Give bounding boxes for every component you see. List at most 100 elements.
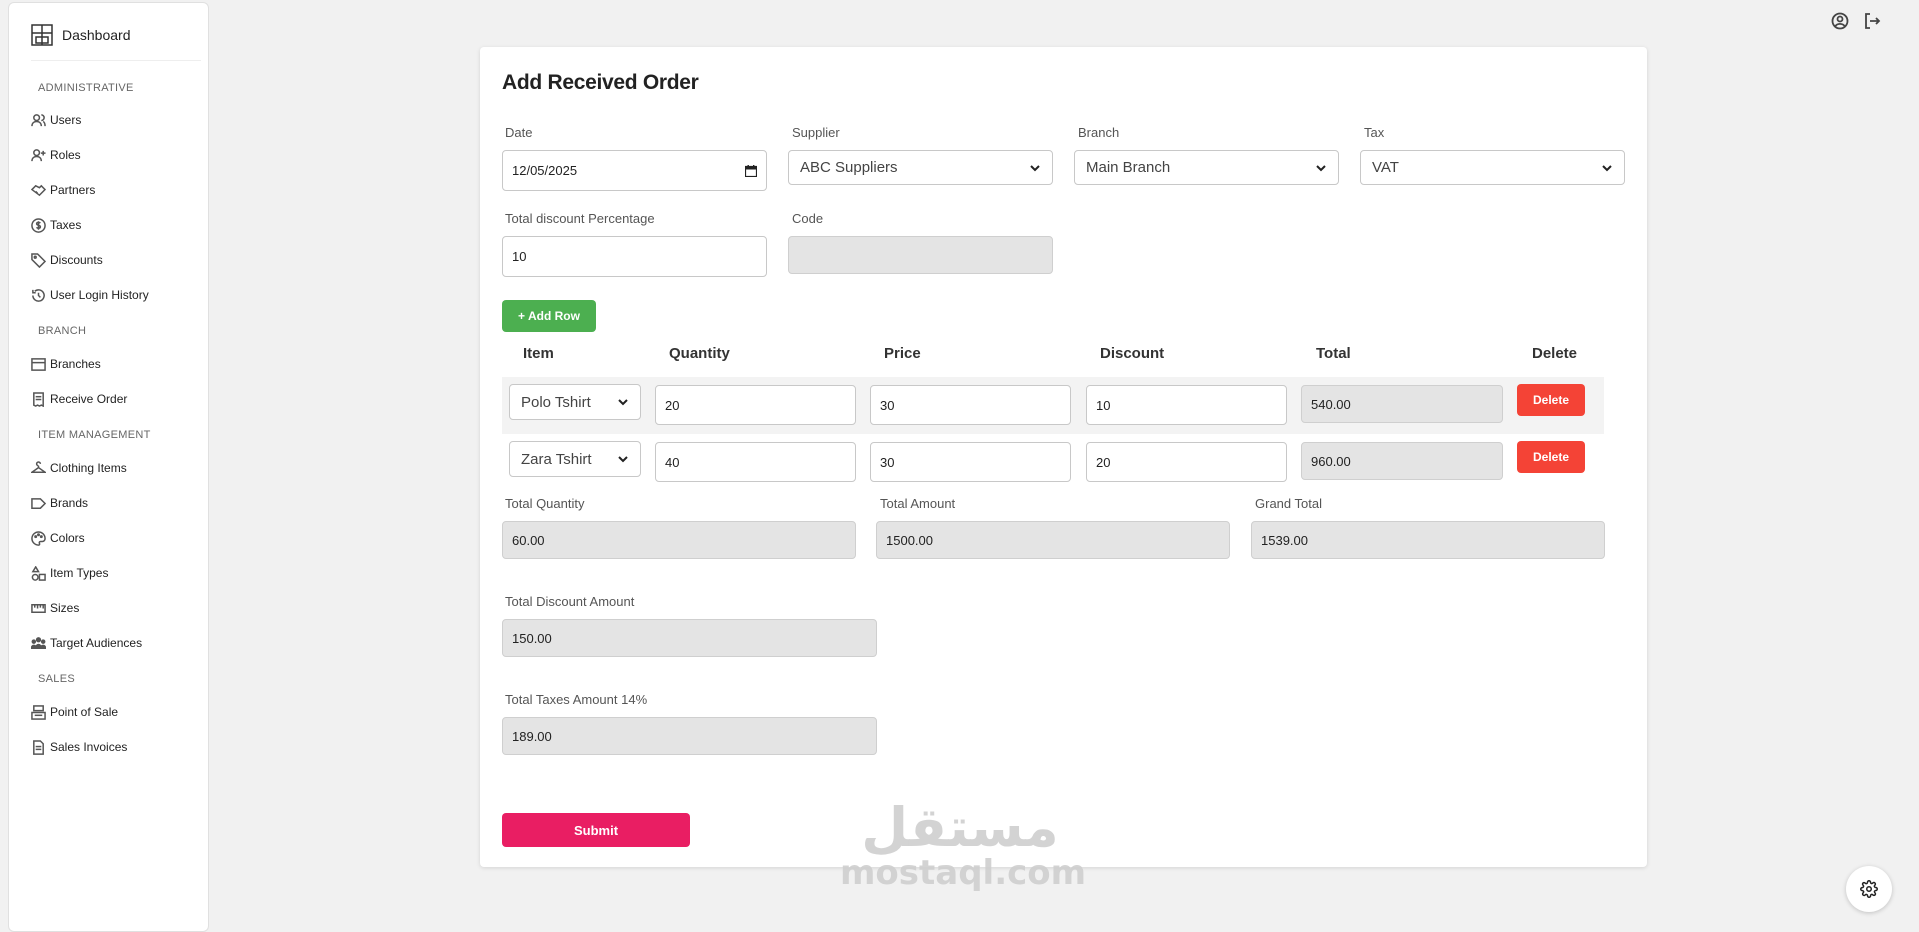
sidebar-item-label: Branches <box>50 357 101 371</box>
users-icon <box>31 113 46 126</box>
sidebar-item-label: Point of Sale <box>50 705 119 719</box>
sidebar-item-users[interactable]: Users <box>31 111 81 129</box>
sidebar-item-receive-order[interactable]: Receive Order <box>31 390 127 408</box>
calendar-icon[interactable] <box>745 164 757 177</box>
branch-select[interactable]: Main Branch <box>1074 150 1339 185</box>
sidebar-item-target-audiences[interactable]: Target Audiences <box>31 634 142 652</box>
sidebar-item-label: Discounts <box>50 253 103 267</box>
row-discount-input[interactable]: 20 <box>1086 442 1287 482</box>
watermark: مستقل mostaql.com <box>840 796 1087 893</box>
add-row-button[interactable]: + Add Row <box>502 300 596 332</box>
total-quantity-field: 60.00 <box>502 521 856 559</box>
profile-button[interactable] <box>1831 12 1849 30</box>
supplier-value: ABC Suppliers <box>800 159 898 176</box>
supplier-label: Supplier <box>792 125 840 140</box>
row-item-select[interactable]: Zara Tshirt <box>509 441 641 477</box>
sidebar-item-roles[interactable]: Roles <box>31 146 81 164</box>
ruler-icon <box>31 603 46 613</box>
discount-percentage-input[interactable]: 10 <box>502 236 767 277</box>
chevron-down-icon <box>1602 164 1612 171</box>
chevron-down-icon <box>1316 164 1326 171</box>
sidebar-brand[interactable]: Dashboard <box>31 19 201 61</box>
hanger-icon <box>31 460 46 473</box>
sidebar-item-label: Sales Invoices <box>50 740 128 754</box>
submit-button[interactable]: Submit <box>502 813 690 847</box>
sidebar-item-brands[interactable]: Brands <box>31 494 88 512</box>
tax-select[interactable]: VAT <box>1360 150 1625 185</box>
total-amount-label: Total Amount <box>880 496 956 511</box>
dashboard-logo-icon <box>31 23 53 46</box>
sidebar-item-label: Partners <box>50 183 96 197</box>
history-icon <box>32 288 45 302</box>
row-total-field: 540.00 <box>1301 385 1503 423</box>
section-branch: BRANCH <box>38 325 87 337</box>
column-header-discount: Discount <box>1100 345 1165 362</box>
row-delete-button[interactable]: Delete <box>1517 384 1585 416</box>
sidebar-item-label: Clothing Items <box>50 461 127 475</box>
column-header-price: Price <box>884 345 921 362</box>
row-item-value: Polo Tshirt <box>521 393 591 411</box>
dollar-circle-icon <box>31 217 46 233</box>
section-sales: SALES <box>38 673 75 685</box>
invoice-icon <box>33 739 44 755</box>
sidebar-item-item-types[interactable]: Item Types <box>31 564 108 582</box>
tax-value: VAT <box>1372 159 1399 176</box>
row-price-input[interactable]: 30 <box>870 385 1071 425</box>
date-value: 12/05/2025 <box>512 163 578 178</box>
sidebar-item-label: Item Types <box>50 566 109 580</box>
sidebar-item-point-of-sale[interactable]: Point of Sale <box>31 703 118 721</box>
sidebar-item-partners[interactable]: Partners <box>31 181 95 199</box>
sidebar-item-taxes[interactable]: Taxes <box>31 216 81 234</box>
logout-icon <box>1865 13 1881 29</box>
settings-button[interactable] <box>1846 866 1892 912</box>
code-label: Code <box>792 211 824 226</box>
handshake-icon <box>31 184 46 196</box>
row-quantity-input[interactable]: 20 <box>655 385 856 425</box>
column-header-delete: Delete <box>1532 345 1578 362</box>
total-amount-field: 1500.00 <box>876 521 1230 559</box>
cash-register-icon <box>31 704 46 720</box>
total-quantity-label: Total Quantity <box>505 496 585 511</box>
sidebar-item-discounts[interactable]: Discounts <box>31 251 103 269</box>
sidebar-item-label: Target Audiences <box>50 636 143 650</box>
column-header-quantity: Quantity <box>669 345 730 362</box>
row-item-select[interactable]: Polo Tshirt <box>509 384 641 420</box>
add-received-order-card: Add Received Order Date 12/05/2025 Suppl… <box>480 47 1647 867</box>
user-circle-icon <box>1831 12 1849 30</box>
chevron-down-icon <box>618 456 628 463</box>
row-item-value: Zara Tshirt <box>521 450 592 468</box>
section-administrative: ADMINISTRATIVE <box>38 82 134 94</box>
sidebar-item-sizes[interactable]: Sizes <box>31 599 79 617</box>
sidebar-item-colors[interactable]: Colors <box>31 529 85 547</box>
gear-icon <box>1860 880 1878 898</box>
date-field[interactable]: 12/05/2025 <box>502 150 767 191</box>
total-taxes-amount-field: 189.00 <box>502 717 877 755</box>
tax-label: Tax <box>1364 125 1385 140</box>
sidebar-item-label: Taxes <box>50 218 82 232</box>
store-icon <box>31 357 46 371</box>
user-plus-icon <box>31 148 46 161</box>
row-quantity-input[interactable]: 40 <box>655 442 856 482</box>
sidebar-item-branches[interactable]: Branches <box>31 355 101 373</box>
watermark-arabic: مستقل <box>861 796 1059 859</box>
sidebar-item-label: Brands <box>50 496 89 510</box>
sidebar-item-clothing-items[interactable]: Clothing Items <box>31 459 127 477</box>
palette-icon <box>31 530 46 546</box>
row-discount-input[interactable]: 10 <box>1086 385 1287 425</box>
sidebar: Dashboard ADMINISTRATIVE Users Roles Par… <box>8 2 209 932</box>
total-discount-amount-field: 150.00 <box>502 619 877 657</box>
row-price-input[interactable]: 30 <box>870 442 1071 482</box>
watermark-latin: mostaql.com <box>840 853 1087 893</box>
sidebar-item-user-login-history[interactable]: User Login History <box>31 286 149 304</box>
code-field <box>788 236 1053 274</box>
sidebar-item-label: Sizes <box>50 601 80 615</box>
sidebar-item-sales-invoices[interactable]: Sales Invoices <box>31 738 127 756</box>
sidebar-item-label: Roles <box>50 148 81 162</box>
section-item-management: ITEM MANAGEMENT <box>38 429 151 441</box>
row-total-field: 960.00 <box>1301 442 1503 480</box>
label-icon <box>31 497 46 509</box>
logout-button[interactable] <box>1863 12 1881 30</box>
dashboard-label: Dashboard <box>62 26 131 43</box>
row-delete-button[interactable]: Delete <box>1517 441 1585 473</box>
supplier-select[interactable]: ABC Suppliers <box>788 150 1053 185</box>
